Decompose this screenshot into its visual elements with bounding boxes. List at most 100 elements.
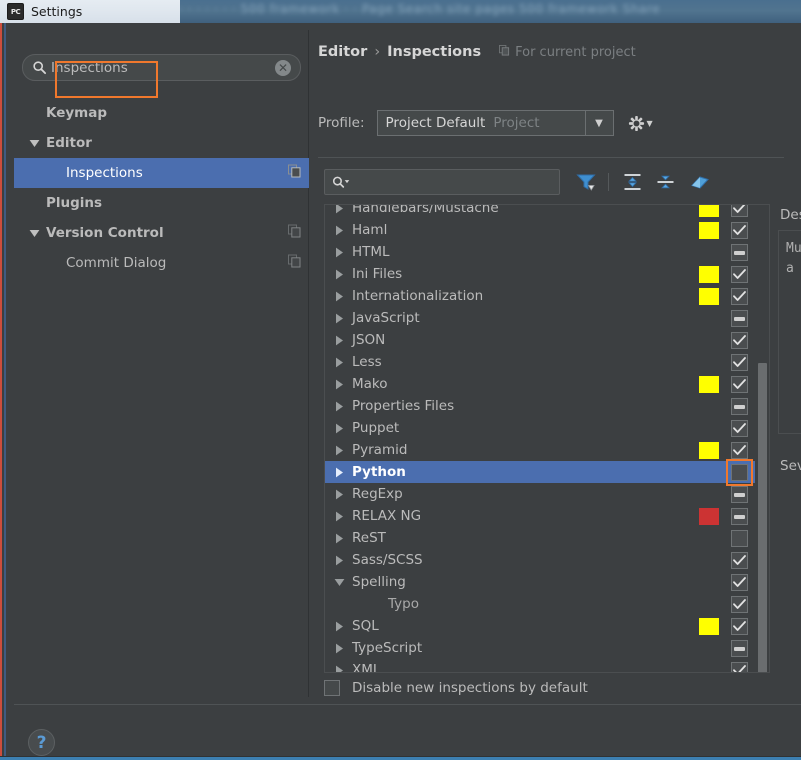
inspection-row[interactable]: Properties Files [325, 395, 755, 417]
copy-icon[interactable] [288, 224, 301, 242]
inspections-tree[interactable]: Handlebars/Mustache Haml HTML Ini Files Inte… [324, 204, 770, 673]
breadcrumb-current: Inspections [387, 44, 482, 60]
inspection-row[interactable]: Ini Files [325, 263, 755, 285]
search-dropdown-icon[interactable] [332, 175, 352, 189]
inspection-row[interactable]: Pyramid [325, 439, 755, 461]
inspection-row[interactable]: Sass/SCSS [325, 549, 755, 571]
chevron-right-icon[interactable] [333, 401, 345, 412]
scrollbar-thumb[interactable] [758, 363, 767, 672]
inspection-row[interactable]: Less [325, 351, 755, 373]
filter-icon[interactable] [576, 173, 596, 191]
inspection-checkbox[interactable] [731, 662, 748, 672]
chevron-right-icon[interactable] [333, 555, 345, 566]
inspection-checkbox[interactable] [731, 442, 748, 459]
inspection-checkbox[interactable] [731, 244, 748, 261]
inspection-checkbox[interactable] [731, 486, 748, 503]
chevron-right-icon[interactable] [333, 533, 345, 544]
inspection-checkbox[interactable] [731, 508, 748, 525]
chevron-down-icon[interactable]: ▼ [584, 111, 613, 135]
chevron-right-icon[interactable] [333, 445, 345, 456]
sidebar-item-inspections[interactable]: Inspections [14, 158, 309, 188]
inspections-scrollbar[interactable] [757, 206, 768, 672]
inspection-checkbox[interactable] [731, 530, 748, 547]
inspection-row[interactable]: JSON [325, 329, 755, 351]
chevron-down-icon[interactable] [28, 139, 40, 148]
inspection-checkbox[interactable] [731, 552, 748, 569]
breadcrumb-parent[interactable]: Editor [318, 44, 367, 60]
chevron-down-icon[interactable] [333, 578, 345, 587]
inspection-checkbox[interactable] [731, 376, 748, 393]
inspection-row[interactable]: HTML [325, 241, 755, 263]
reset-icon[interactable] [689, 173, 710, 191]
inspection-checkbox[interactable] [731, 398, 748, 415]
profile-select[interactable]: Project Default Project ▼ [376, 110, 614, 136]
inspection-row[interactable]: SQL [325, 615, 755, 637]
help-icon[interactable]: ? [28, 729, 55, 756]
inspection-checkbox[interactable] [731, 464, 748, 481]
inspection-checkbox[interactable] [731, 266, 748, 283]
expand-all-icon[interactable] [623, 173, 642, 191]
chevron-right-icon[interactable] [333, 467, 345, 478]
inspection-row[interactable]: XML [325, 659, 755, 672]
sidebar-item-plugins[interactable]: Plugins [14, 188, 309, 218]
chevron-right-icon[interactable] [333, 489, 345, 500]
sidebar-item-commit-dialog[interactable]: Commit Dialog [14, 248, 309, 278]
sidebar-search-box[interactable]: ✕ [22, 54, 301, 81]
chevron-right-icon[interactable] [333, 313, 345, 324]
chevron-right-icon[interactable] [333, 205, 345, 214]
inspection-row[interactable]: RELAX NG [325, 505, 755, 527]
sidebar-item-version-control[interactable]: Version Control [14, 218, 309, 248]
inspection-row[interactable]: RegExp [325, 483, 755, 505]
inspection-row[interactable]: Typo [325, 593, 755, 615]
sidebar-item-keymap[interactable]: Keymap [14, 98, 309, 128]
copy-icon[interactable] [288, 254, 301, 272]
chevron-right-icon[interactable] [333, 379, 345, 390]
chevron-right-icon[interactable] [333, 357, 345, 368]
collapse-all-icon[interactable] [656, 173, 675, 191]
chevron-right-icon[interactable] [333, 335, 345, 346]
inspection-checkbox[interactable] [731, 310, 748, 327]
inspection-row[interactable]: Handlebars/Mustache [325, 205, 755, 219]
inspection-checkbox[interactable] [731, 640, 748, 657]
inspection-row[interactable]: Haml [325, 219, 755, 241]
inspection-row[interactable]: Internationalization [325, 285, 755, 307]
chevron-right-icon[interactable] [333, 643, 345, 654]
chevron-right-icon[interactable] [333, 621, 345, 632]
sidebar-search-input[interactable] [49, 59, 275, 76]
inspection-checkbox[interactable] [731, 420, 748, 437]
inspection-checkbox[interactable] [731, 222, 748, 239]
inspection-checkbox[interactable] [731, 205, 748, 217]
inspection-checkbox[interactable] [731, 354, 748, 371]
inspection-row[interactable]: TypeScript [325, 637, 755, 659]
inspection-row[interactable]: Puppet [325, 417, 755, 439]
checkbox-mixed-dash [734, 646, 745, 651]
clear-icon[interactable]: ✕ [275, 59, 291, 76]
gear-icon[interactable]: ▼ [628, 115, 653, 132]
inspection-checkbox[interactable] [731, 332, 748, 349]
scope-label: For current project [515, 44, 636, 60]
inspection-row[interactable]: Spelling [325, 571, 755, 593]
chevron-down-icon[interactable] [28, 229, 40, 238]
inspection-checkbox[interactable] [731, 618, 748, 635]
chevron-right-icon[interactable] [333, 225, 345, 236]
inspection-row[interactable]: ReST [325, 527, 755, 549]
chevron-right-icon[interactable] [333, 247, 345, 258]
inspection-checkbox[interactable] [731, 288, 748, 305]
inspection-row[interactable]: JavaScript [325, 307, 755, 329]
inspection-checkbox[interactable] [731, 596, 748, 613]
inspections-search-box[interactable] [324, 169, 560, 195]
disable-new-inspections-row[interactable]: Disable new inspections by default [324, 680, 588, 696]
chevron-right-icon[interactable] [333, 269, 345, 280]
disable-new-inspections-checkbox[interactable] [324, 680, 340, 696]
footer-divider [14, 704, 801, 705]
copy-icon[interactable] [288, 164, 301, 182]
chevron-right-icon[interactable] [333, 665, 345, 672]
inspection-row[interactable]: Mako [325, 373, 755, 395]
sidebar-item-editor[interactable]: Editor [14, 128, 309, 158]
inspection-checkbox[interactable] [731, 574, 748, 591]
inspections-search-input[interactable] [352, 173, 559, 191]
chevron-right-icon[interactable] [333, 511, 345, 522]
chevron-right-icon[interactable] [333, 423, 345, 434]
chevron-right-icon[interactable] [333, 291, 345, 302]
inspection-row[interactable]: Python [325, 459, 755, 486]
